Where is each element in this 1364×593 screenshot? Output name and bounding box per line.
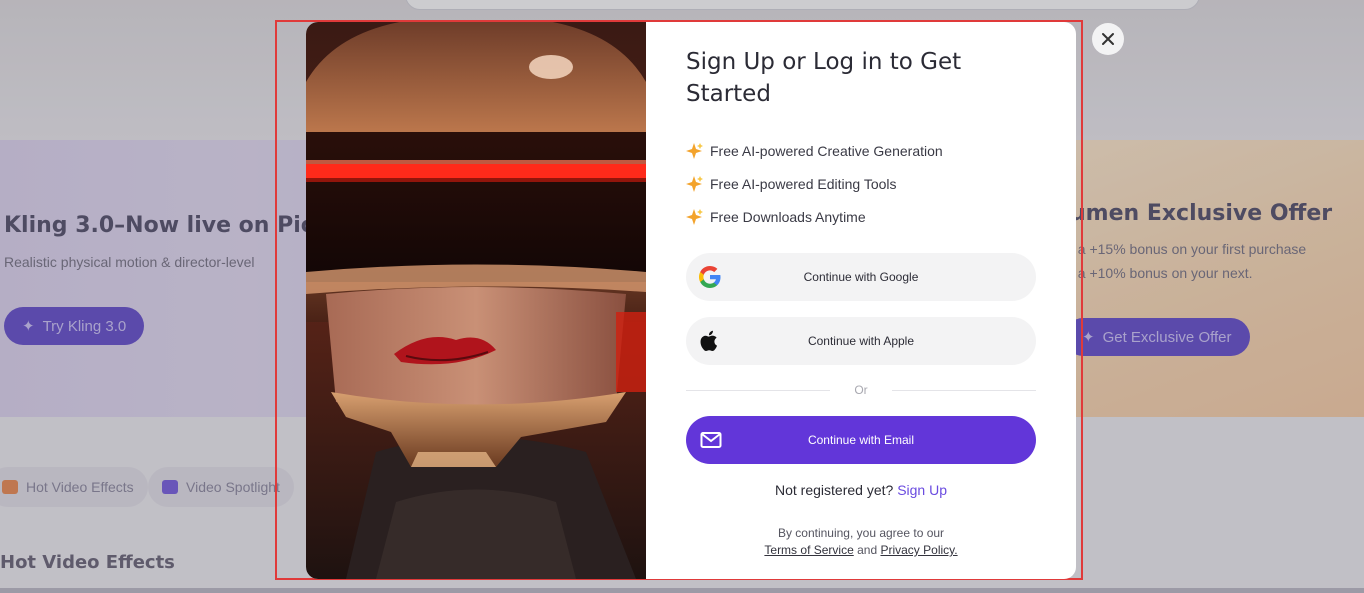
login-modal: Sign Up or Log in to Get Started Free AI… <box>306 22 1076 579</box>
sign-up-link[interactable]: Sign Up <box>897 482 947 498</box>
feature-text: Free Downloads Anytime <box>710 208 866 225</box>
mail-icon <box>700 432 722 448</box>
apple-button-label: Continue with Apple <box>807 334 915 348</box>
sparkle-icon <box>686 208 703 225</box>
legal-notice: By continuing, you agree to our Terms of… <box>686 525 1036 559</box>
sparkle-icon <box>686 175 703 192</box>
feature-list: Free AI-powered Creative Generation Free… <box>686 134 943 233</box>
register-text: Not registered yet? <box>775 482 894 498</box>
continue-with-email-button[interactable]: Continue with Email <box>686 416 1036 464</box>
close-modal-button[interactable] <box>1092 23 1124 55</box>
legal-prefix: By continuing, you agree to our <box>777 526 945 540</box>
google-logo-icon <box>699 266 721 288</box>
legal-and-text: and <box>857 543 878 557</box>
feature-item: Free Downloads Anytime <box>686 200 943 233</box>
sparkle-icon <box>686 142 703 159</box>
close-icon <box>1102 33 1114 45</box>
register-prompt: Not registered yet? Sign Up <box>686 482 1036 498</box>
feature-item: Free AI-powered Editing Tools <box>686 167 943 200</box>
terms-of-service-link[interactable]: Terms of Service <box>764 543 853 557</box>
divider-line <box>892 390 1036 391</box>
helmet-portrait-illustration <box>306 22 646 579</box>
google-button-label: Continue with Google <box>803 270 919 284</box>
apple-logo-icon <box>700 330 717 351</box>
feature-item: Free AI-powered Creative Generation <box>686 134 943 167</box>
feature-text: Free AI-powered Editing Tools <box>710 175 897 192</box>
feature-text: Free AI-powered Creative Generation <box>710 142 943 159</box>
modal-title: Sign Up or Log in to Get Started <box>686 49 962 107</box>
hero-image <box>306 22 646 579</box>
email-button-label: Continue with Email <box>807 433 915 447</box>
continue-with-apple-button[interactable]: Continue with Apple <box>686 317 1036 365</box>
or-divider: Or <box>686 382 1036 398</box>
login-panel: Sign Up or Log in to Get Started Free AI… <box>646 22 1076 579</box>
privacy-policy-link[interactable]: Privacy Policy. <box>880 543 957 557</box>
continue-with-google-button[interactable]: Continue with Google <box>686 253 1036 301</box>
